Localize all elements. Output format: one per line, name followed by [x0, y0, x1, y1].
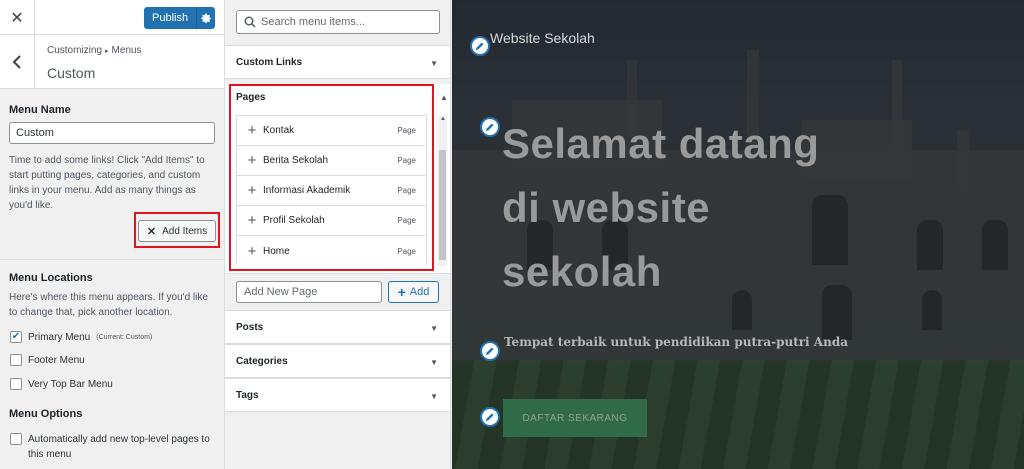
menu-name-help: Time to add some links! Click "Add Items… — [9, 155, 205, 211]
close-icon: ✕ — [146, 225, 157, 238]
hero-line: sekolah — [502, 248, 662, 295]
location-primary-menu[interactable]: ✔ Primary Menu (Current: Custom) — [10, 331, 152, 343]
customizer-sidebar: ✕ Publish Customizing ▸ Menus Custom Menu … — [0, 0, 225, 469]
publish-button[interactable]: Publish — [144, 7, 215, 29]
breadcrumb-leaf: Menus — [111, 45, 142, 56]
menu-locations-label: Menu Locations — [9, 272, 93, 284]
location-note: (Current: Custom) — [96, 333, 153, 341]
chevron-left-icon — [12, 55, 21, 69]
caret-down-icon: ▼ — [430, 324, 438, 333]
checkbox-checked-icon[interactable]: ✔ — [10, 331, 22, 343]
edit-tagline-shortcut[interactable] — [480, 341, 500, 361]
accordion-custom-links[interactable]: Custom Links ▼ — [225, 45, 450, 79]
scrollbar-thumb[interactable] — [439, 150, 446, 260]
close-customizer-button[interactable]: ✕ — [0, 0, 35, 35]
search-box[interactable] — [236, 10, 440, 34]
panel-header: Customizing ▸ Menus Custom — [0, 35, 224, 89]
customizer-topbar: ✕ Publish — [0, 0, 224, 35]
add-items-button[interactable]: ✕ Add Items — [138, 220, 216, 242]
cta-button[interactable]: DAFTAR SEKARANG — [503, 399, 647, 437]
menu-name-label: Menu Name — [9, 104, 71, 116]
menu-name-input[interactable] — [9, 122, 215, 144]
site-title[interactable]: Website Sekolah — [490, 30, 595, 46]
breadcrumb-arrow-icon: ▸ — [105, 48, 109, 55]
panel-title: Custom — [47, 65, 96, 81]
close-icon: ✕ — [10, 9, 24, 27]
caret-down-icon: ▼ — [430, 358, 438, 367]
pages-scrollbar[interactable] — [438, 116, 447, 266]
location-footer-menu[interactable]: Footer Menu — [10, 354, 85, 366]
scroll-up-arrow-icon[interactable]: ▲ — [440, 116, 446, 122]
location-label: Very Top Bar Menu — [28, 378, 113, 390]
accordion-posts[interactable]: Posts ▼ — [225, 310, 450, 344]
add-page-button[interactable]: + Add — [388, 281, 439, 303]
pencil-icon — [486, 413, 494, 421]
checkbox-icon[interactable] — [10, 433, 22, 445]
accordion-label: Posts — [236, 321, 264, 333]
caret-down-icon: ▼ — [430, 59, 438, 68]
checkbox-icon[interactable] — [10, 354, 22, 366]
hero-line: Selamat datang — [502, 120, 820, 167]
available-menu-items-panel: Custom Links ▼ Pages + Kontak Page + Ber… — [225, 0, 451, 469]
pencil-icon — [486, 347, 494, 355]
hero-heading: Selamat datang di website sekolah — [502, 112, 882, 304]
pencil-icon — [486, 123, 494, 131]
caret-up-icon[interactable]: ▲ — [440, 93, 448, 102]
edit-site-title-shortcut[interactable] — [470, 36, 490, 56]
location-very-top-bar-menu[interactable]: Very Top Bar Menu — [10, 378, 113, 390]
accordion-label: Tags — [236, 389, 259, 401]
add-label: Add — [409, 286, 430, 298]
accordion-label: Categories — [236, 355, 288, 367]
hero-tagline: Tempat terbaik untuk pendidikan putra-pu… — [504, 335, 848, 349]
location-label: Primary Menu — [28, 331, 91, 343]
highlight-box-pages — [229, 84, 434, 271]
site-preview: Website Sekolah Selamat datang di websit… — [452, 0, 1024, 469]
hero-line: di website — [502, 184, 711, 231]
back-button[interactable] — [0, 35, 35, 89]
search-input[interactable] — [261, 16, 431, 28]
breadcrumb: Customizing ▸ Menus — [47, 45, 142, 56]
add-items-label: Add Items — [162, 225, 208, 237]
pencil-icon — [476, 42, 484, 50]
gear-icon[interactable] — [197, 13, 215, 24]
accordion-tags[interactable]: Tags ▼ — [225, 378, 450, 412]
section-divider — [0, 259, 224, 260]
plus-icon: + — [397, 284, 406, 300]
caret-down-icon: ▼ — [430, 392, 438, 401]
auto-add-label: Automatically add new top-level pages to… — [28, 434, 210, 460]
edit-cta-shortcut[interactable] — [480, 407, 500, 427]
breadcrumb-root: Customizing — [47, 45, 103, 56]
accordion-label: Custom Links — [236, 56, 303, 68]
menu-locations-help: Here's where this menu appears. If you'd… — [9, 292, 208, 318]
auto-add-pages-option[interactable]: Automatically add new top-level pages to… — [10, 432, 215, 462]
edit-hero-shortcut[interactable] — [480, 117, 500, 137]
publish-label: Publish — [152, 12, 189, 24]
checkbox-icon[interactable] — [10, 378, 22, 390]
search-icon — [244, 16, 256, 28]
menu-options-label: Menu Options — [9, 408, 83, 420]
accordion-categories[interactable]: Categories ▼ — [225, 344, 450, 378]
location-label: Footer Menu — [28, 354, 85, 366]
new-page-input[interactable] — [236, 281, 382, 303]
